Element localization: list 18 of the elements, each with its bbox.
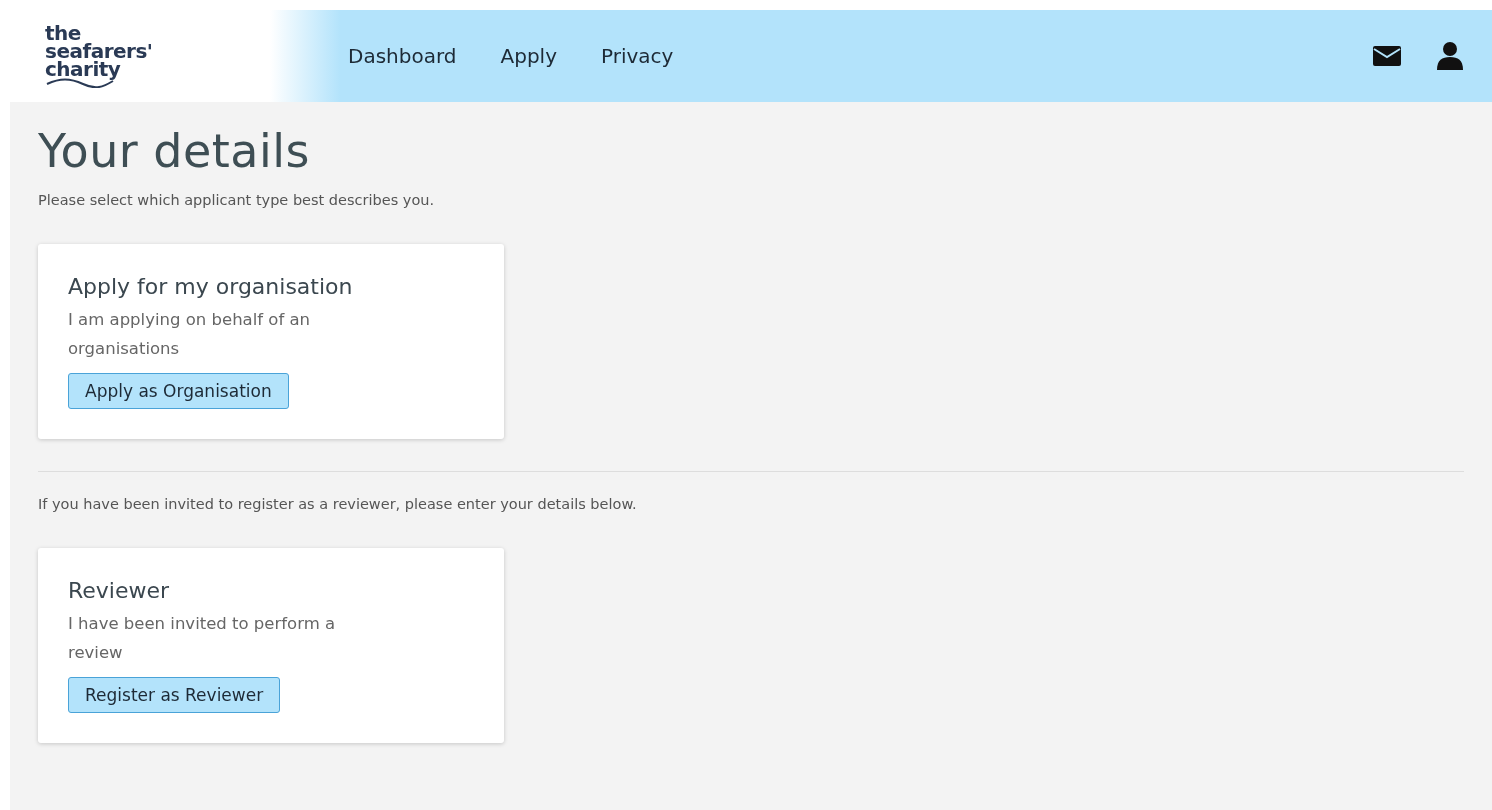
card-title: Reviewer xyxy=(68,578,170,603)
nav-link[interactable]: Dashboard xyxy=(348,44,457,68)
card-button[interactable]: Apply as Organisation xyxy=(68,373,289,409)
logo-text: the xyxy=(45,24,81,42)
card-description: I am applying on behalf of an organisations xyxy=(68,309,312,360)
reviewer-intro-text: If you have been invited to register as a reviewer, please enter your details below. xyxy=(38,496,638,512)
nav-link[interactable]: Privacy xyxy=(601,44,674,68)
card-description: I have been invited to perform a review xyxy=(68,613,337,664)
card-title: Apply for my organisation xyxy=(68,274,353,299)
card-button[interactable]: Register as Reviewer xyxy=(68,677,281,713)
logo-text: seafarers' xyxy=(45,42,154,60)
nav-link[interactable]: Apply xyxy=(500,44,557,68)
page-title: Your details xyxy=(38,124,312,178)
logo-text: charity xyxy=(45,60,121,78)
intro-text: Please select which applicant type best describes you. xyxy=(38,192,436,208)
wave-icon xyxy=(45,78,115,88)
mail-icon[interactable] xyxy=(1372,45,1402,67)
user-icon[interactable] xyxy=(1436,41,1464,71)
